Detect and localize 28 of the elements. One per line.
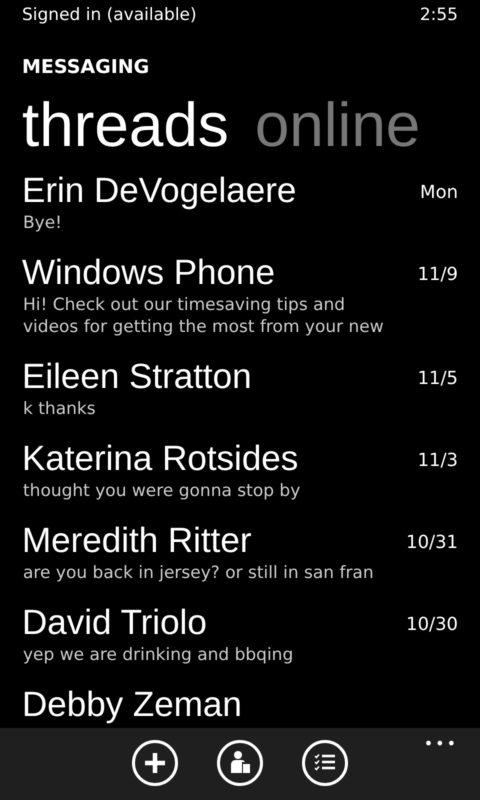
message-preview: yep we are drinking and bbqing (22, 644, 294, 666)
contact-name[interactable]: Erin DeVogelaere (22, 170, 420, 212)
message-date: 11/9 (418, 263, 458, 285)
contact-name[interactable]: Eileen Stratton (22, 356, 418, 398)
app-title: MESSAGING (21, 55, 150, 80)
plus-icon[interactable] (132, 740, 178, 786)
clock-time: 2:55 (420, 5, 458, 27)
contact-name[interactable]: Meredith Ritter (22, 520, 406, 562)
message-preview: Bye! (22, 212, 63, 234)
message-preview: k thanks (22, 398, 97, 420)
message-preview: thought you were gonna stop by (22, 480, 302, 502)
message-date: 11/3 (418, 449, 458, 471)
presence-status: Signed in (available) (22, 5, 197, 27)
checklist-icon[interactable] (302, 740, 348, 786)
message-date: 10/31 (406, 531, 458, 553)
message-preview: Hi! Check out our timesaving tips and videos for getting the most from your new (22, 294, 385, 338)
more-button[interactable]: ••• (424, 734, 458, 753)
contact-name[interactable]: Katerina Rotsides (22, 438, 418, 480)
person-icon[interactable] (217, 740, 263, 786)
contact-name[interactable]: David Triolo (22, 602, 406, 644)
pivot-tab[interactable]: online (254, 91, 420, 161)
message-date: 10/30 (406, 613, 458, 635)
message-date: Mon (420, 181, 458, 203)
message-preview: are you back in jersey? or still in san fran (22, 562, 375, 584)
contact-name[interactable]: Debby Zeman (22, 684, 458, 726)
pivot-tab[interactable]: threads (22, 91, 229, 161)
message-date: 11/5 (418, 367, 458, 389)
contact-name[interactable]: Windows Phone (22, 252, 418, 294)
